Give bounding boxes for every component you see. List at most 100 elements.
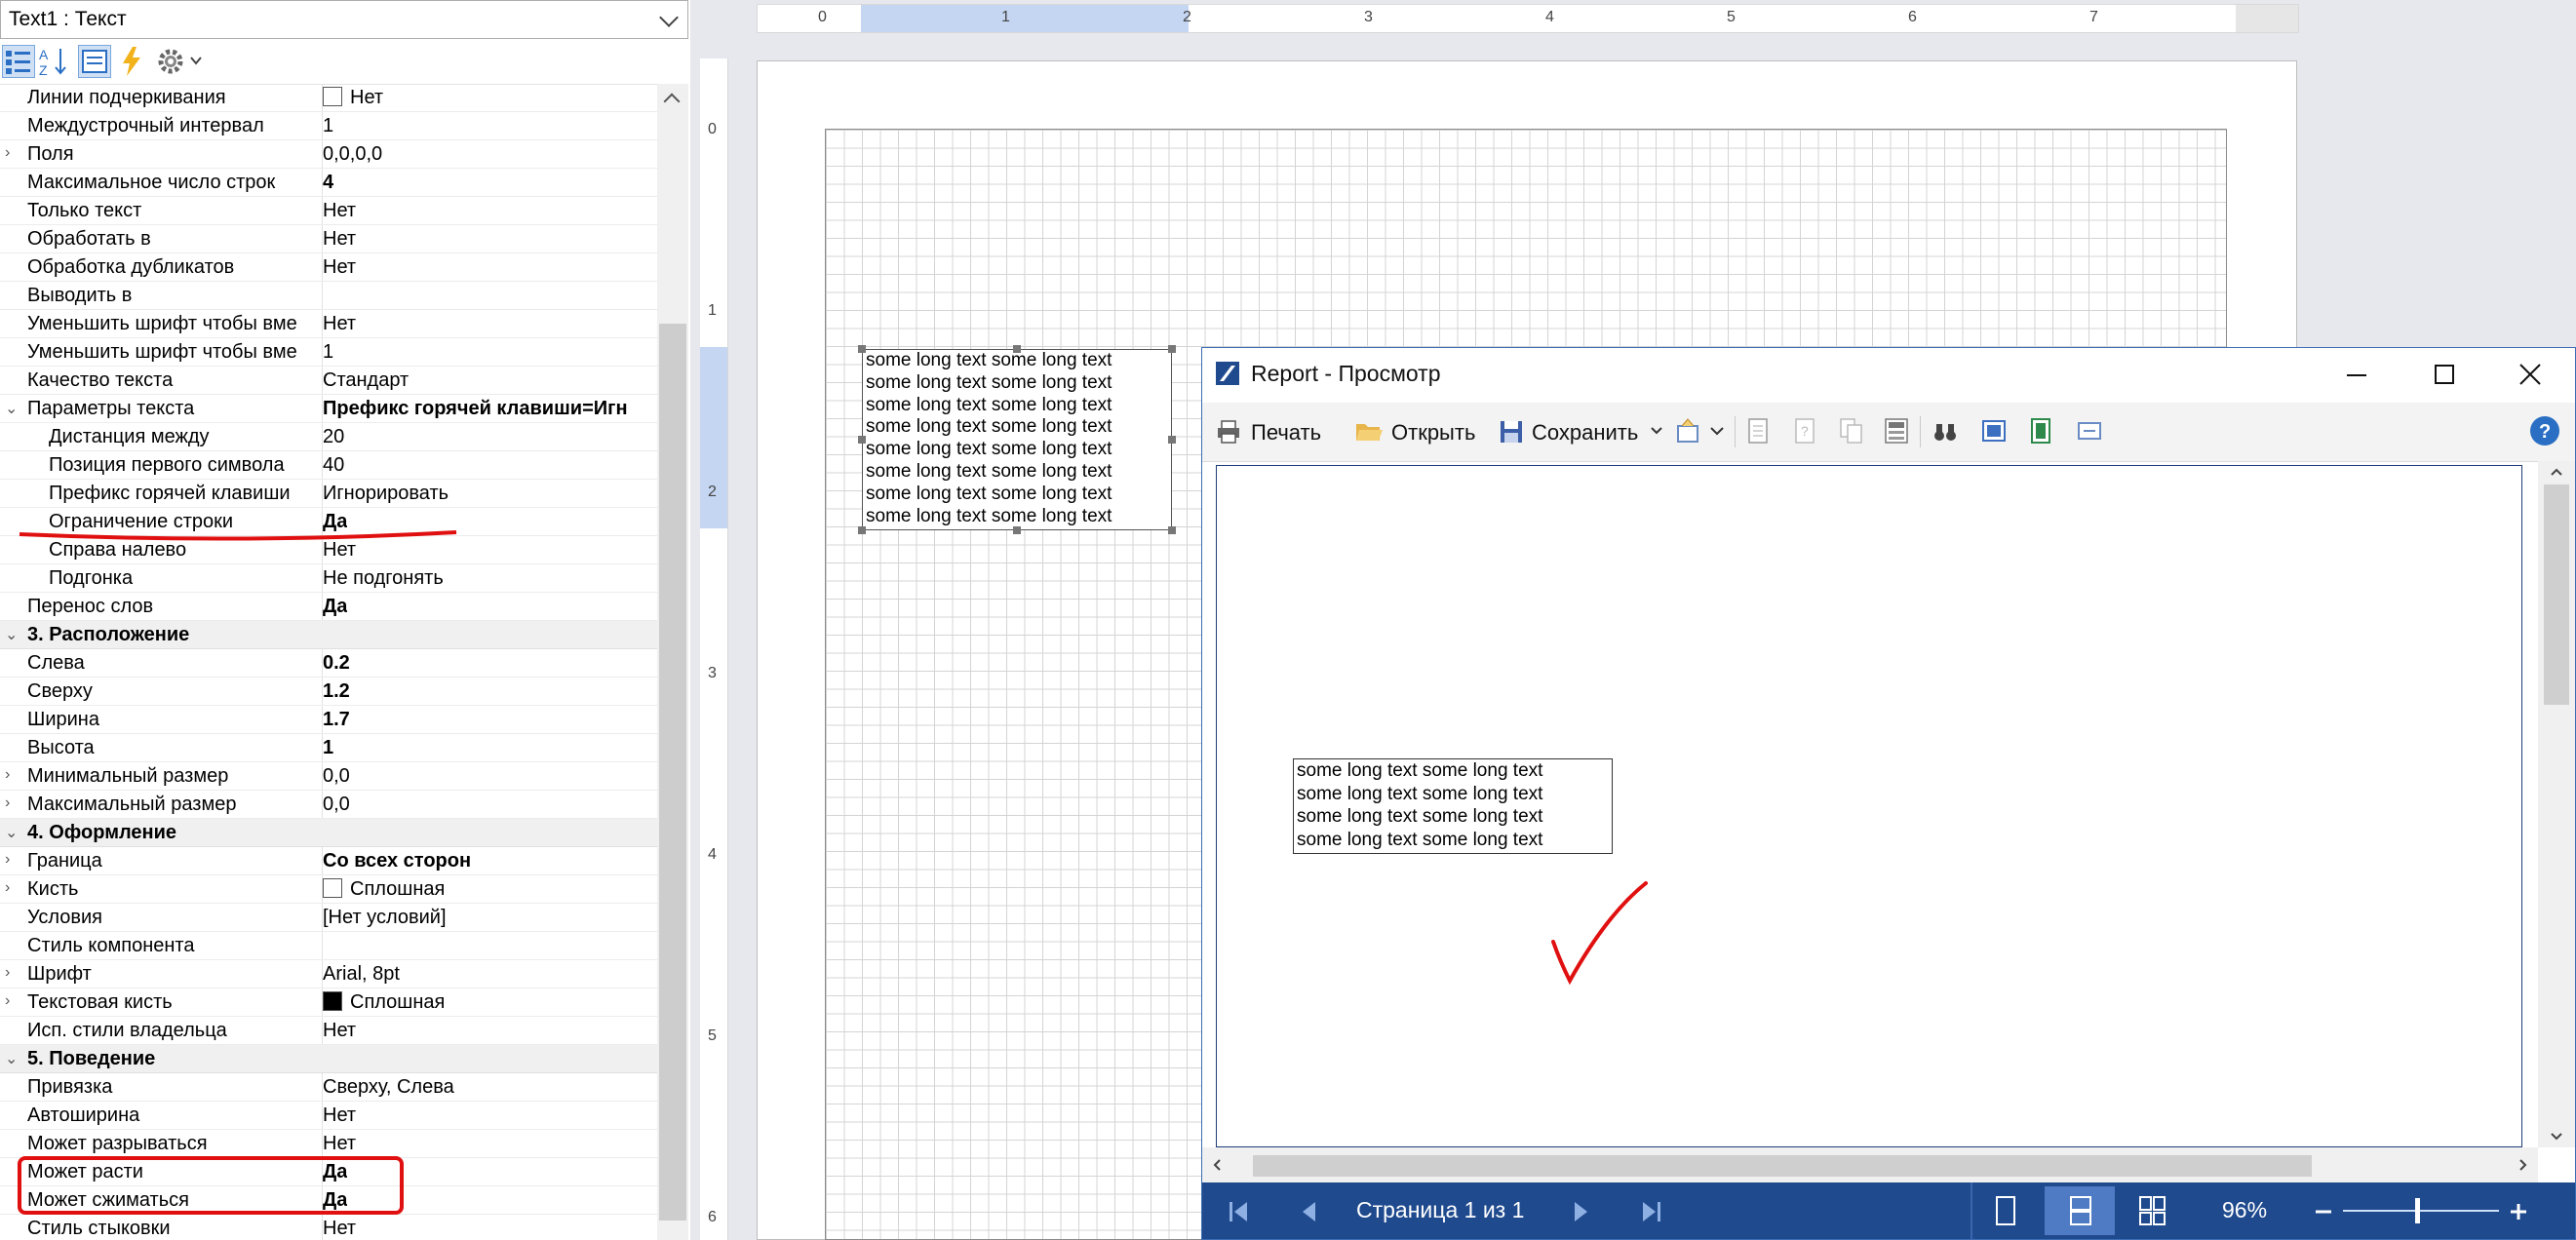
scroll-left-arrow-icon[interactable] [1212, 1158, 1222, 1172]
property-value-cell[interactable]: Да [322, 1186, 657, 1214]
property-value-cell[interactable]: 0,0,0,0 [322, 140, 657, 168]
property-value-cell[interactable]: 20 [322, 423, 657, 450]
print-button[interactable]: Печать [1216, 414, 1343, 449]
property-row[interactable]: › Кисть Сплошная [0, 875, 657, 904]
events-lightning-icon[interactable] [115, 45, 148, 78]
property-value-cell[interactable]: 40 [322, 451, 657, 479]
previous-page-icon[interactable] [1300, 1200, 1317, 1223]
property-value-cell[interactable]: Сплошная [322, 988, 657, 1016]
property-value-cell[interactable]: Нет [322, 253, 657, 281]
expander-chevron-icon[interactable]: › [5, 879, 10, 897]
property-row[interactable]: › Текстовая кисть Сплошная [0, 988, 657, 1017]
categorized-view-icon[interactable] [2, 45, 35, 78]
property-row[interactable]: Уменьшить шрифт чтобы вме 1 [0, 338, 657, 367]
property-value-cell[interactable] [322, 282, 657, 309]
multiple-pages-mode-icon[interactable] [2138, 1195, 2167, 1226]
property-row[interactable]: › Максимальный размер 0,0 [0, 791, 657, 819]
close-icon[interactable] [2511, 358, 2550, 393]
property-row[interactable]: Обработка дубликатов Нет [0, 253, 657, 282]
property-value-cell[interactable]: 1 [322, 734, 657, 761]
thumbnails-icon[interactable] [1883, 416, 1910, 446]
property-value-cell[interactable]: Нет [322, 1215, 657, 1240]
property-row[interactable]: Позиция первого символа 40 [0, 451, 657, 480]
property-value-cell[interactable]: Игнорировать [322, 480, 657, 507]
property-value-cell[interactable]: Нет [322, 1102, 657, 1129]
save-button[interactable]: Сохранить [1499, 414, 1664, 449]
zoom-out-icon[interactable] [2314, 1202, 2333, 1221]
property-value-cell[interactable]: 0.2 [322, 649, 657, 677]
property-row[interactable]: Только текст Нет [0, 197, 657, 225]
resize-handle[interactable] [1013, 526, 1021, 534]
property-value-cell[interactable]: Да [322, 508, 657, 535]
chevron-down-icon[interactable] [659, 8, 679, 27]
property-value-cell[interactable]: Со всех сторон [322, 847, 657, 874]
export-icon[interactable] [1674, 416, 1731, 446]
property-row[interactable]: Ширина 1.7 [0, 706, 657, 734]
preview-horizontal-scrollbar[interactable] [1202, 1147, 2538, 1182]
scroll-right-arrow-icon[interactable] [2518, 1158, 2528, 1172]
property-row[interactable]: Стиль компонента [0, 932, 657, 960]
property-row[interactable]: Выводить в [0, 282, 657, 310]
full-screen-icon[interactable] [2076, 416, 2103, 446]
property-row[interactable]: Стиль стыковки Нет [0, 1215, 657, 1240]
property-value-cell[interactable]: Нет [322, 536, 657, 563]
preview-vertical-scrollbar-thumb[interactable] [2544, 484, 2569, 705]
property-value-cell[interactable]: 4 [322, 169, 657, 196]
property-value-cell[interactable]: Нет [322, 310, 657, 337]
property-row[interactable]: ⌄ Параметры текста Префикс горячей клавиши… [0, 395, 657, 423]
resize-handle[interactable] [1168, 436, 1176, 444]
property-row[interactable]: › Шрифт Arial, 8pt [0, 960, 657, 988]
property-value-cell[interactable] [322, 932, 657, 959]
property-row[interactable]: Может разрываться Нет [0, 1130, 657, 1158]
property-value-cell[interactable]: Да [322, 593, 657, 620]
property-row[interactable]: Обработать в Нет [0, 225, 657, 253]
property-row[interactable]: Линии подчеркивания Нет [0, 84, 657, 112]
property-value-cell[interactable]: Нет [322, 225, 657, 252]
property-row[interactable]: Качество текста Стандарт [0, 367, 657, 395]
property-value-cell[interactable]: 1 [322, 338, 657, 366]
property-value-cell[interactable]: Нет [322, 84, 657, 111]
component-selector[interactable]: Text1 : Текст [0, 0, 688, 39]
scroll-up-arrow-icon[interactable] [663, 93, 681, 110]
zoom-slider-thumb[interactable] [2415, 1198, 2420, 1223]
property-value-cell[interactable]: [Нет условий] [322, 904, 657, 931]
last-page-icon[interactable] [1641, 1200, 1662, 1223]
page-width-view-icon[interactable] [2027, 416, 2054, 446]
sort-alphabetical-icon[interactable]: AZ [37, 45, 70, 78]
property-category[interactable]: ⌄ 5. Поведение [0, 1045, 657, 1073]
single-page-mode-icon[interactable] [1994, 1195, 2017, 1226]
expander-chevron-icon[interactable]: › [5, 964, 10, 982]
expander-chevron-icon[interactable]: › [5, 144, 10, 162]
property-value-cell[interactable]: 0,0 [322, 762, 657, 790]
preview-horizontal-scrollbar-thumb[interactable] [1253, 1155, 2312, 1177]
property-row[interactable]: Максимальное число строк 4 [0, 169, 657, 197]
property-value-cell[interactable]: Сплошная [322, 875, 657, 903]
minimize-icon[interactable] [2337, 358, 2376, 393]
continuous-mode-button[interactable] [2045, 1186, 2115, 1235]
property-category[interactable]: ⌄ 3. Расположение [0, 621, 657, 649]
property-row[interactable]: Префикс горячей клавиши Игнорировать [0, 480, 657, 508]
open-button[interactable]: Открыть [1354, 414, 1491, 449]
property-value-cell[interactable]: Нет [322, 197, 657, 224]
property-scrollbar[interactable] [657, 84, 688, 1240]
property-value-cell[interactable]: 1.7 [322, 706, 657, 733]
expander-chevron-icon[interactable]: › [5, 992, 10, 1010]
first-page-icon[interactable] [1228, 1200, 1249, 1223]
zoom-slider-track[interactable] [2343, 1210, 2499, 1212]
property-row[interactable]: Справа налево Нет [0, 536, 657, 564]
help-icon[interactable]: ? [2528, 414, 2561, 447]
property-row[interactable]: Дистанция между 20 [0, 423, 657, 451]
property-row[interactable]: Перенос слов Да [0, 593, 657, 621]
resize-handle[interactable] [1168, 345, 1176, 353]
expander-chevron-icon[interactable]: › [5, 794, 10, 812]
property-value-cell[interactable]: 1.2 [322, 678, 657, 705]
property-row[interactable]: Привязка Сверху, Слева [0, 1073, 657, 1102]
document-page-icon[interactable] [1744, 416, 1772, 446]
resize-handle[interactable] [858, 436, 866, 444]
property-row[interactable]: › Граница Со всех сторон [0, 847, 657, 875]
property-row[interactable]: Сверху 1.2 [0, 678, 657, 706]
expander-chevron-icon[interactable]: › [5, 851, 10, 869]
expander-chevron-icon[interactable]: ⌄ [5, 823, 18, 842]
property-row[interactable]: › Минимальный размер 0,0 [0, 762, 657, 791]
settings-gear-icon[interactable] [154, 45, 209, 78]
